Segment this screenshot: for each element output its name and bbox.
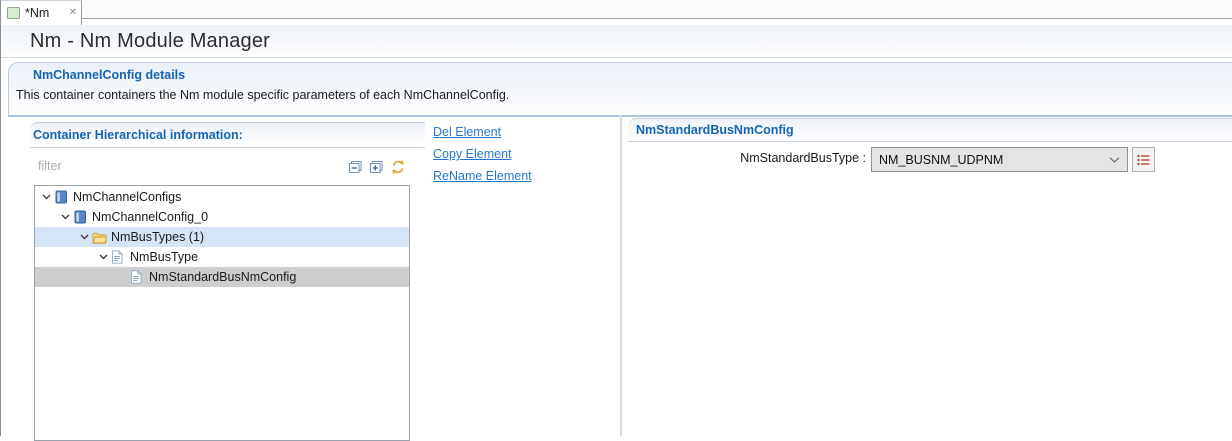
chevron-expanded-icon[interactable] bbox=[76, 234, 92, 240]
pane-divider[interactable] bbox=[620, 115, 622, 436]
tree-item[interactable]: NmStandardBusNmConfig bbox=[35, 267, 409, 287]
page-title: Nm - Nm Module Manager bbox=[1, 25, 1232, 53]
actions: Del Element Copy Element ReName Element bbox=[433, 125, 532, 183]
collapse-all-icon[interactable] bbox=[348, 160, 363, 174]
folder-icon bbox=[92, 231, 111, 244]
editor-left-border bbox=[0, 0, 1, 436]
nmstandardbusnmconfig-header: NmStandardBusNmConfig bbox=[628, 118, 1232, 142]
document-icon bbox=[130, 270, 149, 284]
close-icon[interactable]: ✕ bbox=[69, 8, 77, 18]
chevron-down-icon bbox=[1109, 157, 1120, 163]
details-section: NmChannelConfig details This container c… bbox=[8, 62, 1232, 117]
document-icon bbox=[111, 250, 130, 264]
module-icon bbox=[54, 190, 73, 204]
refresh-icon[interactable] bbox=[390, 159, 406, 175]
details-section-title: NmChannelConfig details bbox=[33, 68, 185, 82]
nmstandardbustype-label: NmStandardBusType : bbox=[666, 151, 866, 165]
rename-element-link[interactable]: ReName Element bbox=[433, 169, 532, 183]
details-section-description: This container containers the Nm module … bbox=[16, 88, 509, 102]
expand-all-icon[interactable] bbox=[369, 160, 384, 174]
tree-item[interactable]: NmBusTypes (1) bbox=[35, 227, 409, 247]
tree[interactable]: NmChannelConfigsNmChannelConfig_0NmBusTy… bbox=[34, 185, 410, 441]
tree-item[interactable]: NmBusType bbox=[35, 247, 409, 267]
container-info-title: Container Hierarchical information: bbox=[30, 123, 425, 142]
nmstandardbustype-value: NM_BUSNM_UDPNM bbox=[879, 153, 1003, 167]
list-icon bbox=[1137, 154, 1150, 166]
module-icon bbox=[73, 210, 92, 224]
tree-item[interactable]: NmChannelConfig_0 bbox=[35, 207, 409, 227]
open-list-button[interactable] bbox=[1132, 147, 1155, 172]
chevron-expanded-icon[interactable] bbox=[38, 194, 54, 200]
file-icon bbox=[7, 7, 20, 19]
chevron-expanded-icon[interactable] bbox=[57, 214, 73, 220]
del-element-link[interactable]: Del Element bbox=[433, 125, 532, 139]
filter-input[interactable] bbox=[36, 154, 280, 178]
tree-item[interactable]: NmChannelConfigs bbox=[35, 187, 409, 207]
nmstandardbusnmconfig-title: NmStandardBusNmConfig bbox=[628, 119, 1232, 137]
copy-element-link[interactable]: Copy Element bbox=[433, 147, 532, 161]
nmstandardbustype-select[interactable]: NM_BUSNM_UDPNM bbox=[871, 147, 1128, 172]
editor-tab-nm[interactable]: *Nm ✕ bbox=[1, 0, 82, 25]
tab-label: *Nm bbox=[25, 6, 49, 20]
editor-header: Nm - Nm Module Manager bbox=[1, 25, 1232, 58]
container-info-header: Container Hierarchical information: bbox=[30, 122, 425, 148]
chevron-expanded-icon[interactable] bbox=[95, 254, 111, 260]
tab-strip bbox=[82, 0, 1232, 19]
tree-toolbar bbox=[348, 159, 406, 175]
